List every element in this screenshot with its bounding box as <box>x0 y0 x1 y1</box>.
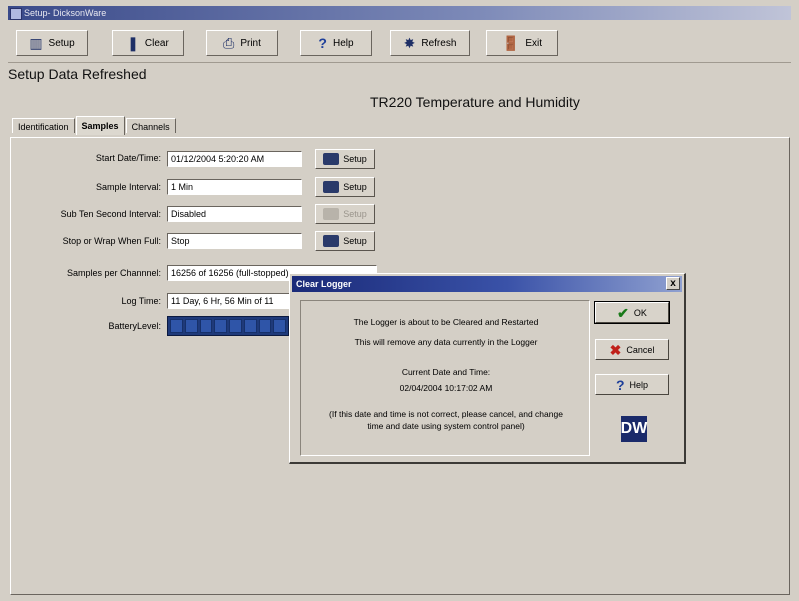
app-icon <box>10 8 22 20</box>
start-datetime-field[interactable]: 01/12/2004 5:20:20 AM <box>167 151 302 167</box>
window-titlebar: Setup- DicksonWare <box>8 6 791 20</box>
status-text: Setup Data Refreshed <box>8 66 147 82</box>
battery-segment <box>243 319 257 333</box>
start-datetime-label: Start Date/Time: <box>95 153 161 163</box>
setup-icon: ▥ <box>29 35 43 51</box>
dialog-help-button[interactable]: ? Help <box>595 374 669 395</box>
setup-icon <box>323 181 340 193</box>
battery-segment <box>229 319 242 333</box>
setup-button-label: Setup <box>48 37 75 49</box>
battery-level-bar <box>167 316 289 336</box>
help-button[interactable]: ? Help <box>300 30 372 56</box>
dialog-note-1: (If this date and time is not correct, p… <box>329 409 563 419</box>
sub-ten-interval-label: Sub Ten Second Interval: <box>60 209 161 219</box>
battery-segment <box>199 319 213 333</box>
battery-segment <box>214 319 227 333</box>
setup-label: Setup <box>343 236 367 246</box>
dialog-datetime: 02/04/2004 10:17:02 AM <box>399 383 493 393</box>
tab-samples[interactable]: Samples <box>75 116 125 135</box>
device-title: TR220 Temperature and Humidity <box>370 94 580 110</box>
setup-icon <box>323 153 340 165</box>
setup-icon <box>323 235 340 247</box>
ok-button[interactable]: ✔ OK <box>594 301 670 324</box>
sub-ten-setup-button: Setup <box>315 204 375 224</box>
help-button-label: Help <box>332 37 354 49</box>
tab-identification[interactable]: Identification <box>12 118 75 133</box>
stop-wrap-field[interactable]: Stop <box>167 233 302 249</box>
sub-ten-interval-field[interactable]: Disabled <box>167 206 302 222</box>
log-time-label: Log Time: <box>121 296 161 306</box>
dialog-note-2: time and date using system control panel… <box>367 421 525 431</box>
battery-segment <box>273 319 286 333</box>
dialog-titlebar: Clear Logger x <box>292 276 682 292</box>
exit-icon: 🚪 <box>501 35 520 51</box>
battery-level-label: BatteryLevel: <box>108 321 161 331</box>
ok-label: OK <box>633 307 647 318</box>
battery-segment <box>258 319 272 333</box>
log-time-field: 11 Day, 6 Hr, 56 Min of 11 <box>167 293 292 309</box>
help-icon: ? <box>318 35 327 51</box>
setup-label: Setup <box>343 154 367 164</box>
dialog-title: Clear Logger <box>296 279 352 289</box>
print-button-label: Print <box>240 37 261 49</box>
tab-bar: Identification Samples Channels <box>12 116 177 136</box>
dialog-line-1: The Logger is about to be Cleared and Re… <box>353 317 539 327</box>
help-icon: ? <box>615 376 625 393</box>
exit-button-label: Exit <box>525 37 543 49</box>
cancel-button[interactable]: ✖ Cancel <box>595 339 669 360</box>
stop-wrap-setup-button[interactable]: Setup <box>315 231 375 251</box>
battery-segment <box>170 319 183 333</box>
help-label: Help <box>629 379 649 390</box>
tab-channels[interactable]: Channels <box>125 118 176 133</box>
refresh-button-label: Refresh <box>421 37 457 49</box>
clear-icon: ❚ <box>127 35 139 51</box>
dicksonware-logo: DW <box>621 416 647 442</box>
clear-logger-dialog: Clear Logger x The Logger is about to be… <box>289 273 686 464</box>
setup-button[interactable]: ▥ Setup <box>16 30 88 56</box>
dialog-message-box: The Logger is about to be Cleared and Re… <box>300 300 590 456</box>
window-title: Setup- DicksonWare <box>24 8 107 18</box>
close-icon[interactable]: x <box>666 277 680 290</box>
clear-button[interactable]: ❚ Clear <box>112 30 184 56</box>
setup-label: Setup <box>343 209 367 219</box>
refresh-icon: ✸ <box>403 35 416 51</box>
sample-interval-field[interactable]: 1 Min <box>167 179 302 195</box>
battery-segment <box>184 319 198 333</box>
dialog-line-3: Current Date and Time: <box>401 367 491 377</box>
sample-interval-setup-button[interactable]: Setup <box>315 177 375 197</box>
print-icon: ⎙ <box>223 35 235 51</box>
start-datetime-setup-button[interactable]: Setup <box>315 149 375 169</box>
refresh-button[interactable]: ✸ Refresh <box>390 30 470 56</box>
check-icon: ✔ <box>617 304 629 321</box>
sample-interval-label: Sample Interval: <box>95 182 161 192</box>
cancel-label: Cancel <box>626 344 655 355</box>
exit-button[interactable]: 🚪 Exit <box>486 30 558 56</box>
setup-icon <box>323 208 340 220</box>
toolbar: ▥ Setup ❚ Clear ⎙ Print ? Help ✸ Refresh… <box>8 22 791 63</box>
samples-per-channel-label: Samples per Channnel: <box>66 268 161 278</box>
dialog-line-2: This will remove any data currently in t… <box>354 337 538 347</box>
setup-label: Setup <box>343 182 367 192</box>
clear-button-label: Clear <box>144 37 169 49</box>
stop-wrap-label: Stop or Wrap When Full: <box>62 236 161 246</box>
print-button[interactable]: ⎙ Print <box>206 30 278 56</box>
cancel-x-icon: ✖ <box>609 341 622 358</box>
